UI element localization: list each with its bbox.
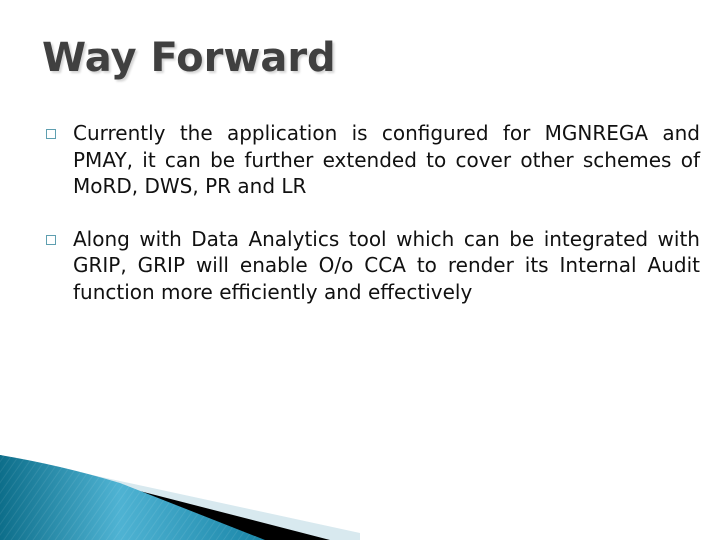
bullet-item: Currently the application is configured … [46, 120, 700, 200]
slide-title: Way Forward [42, 35, 336, 81]
slide: Way Forward Currently the application is… [0, 0, 720, 540]
wave-decoration [0, 455, 360, 540]
bullet-text: Along with Data Analytics tool which can… [73, 226, 700, 304]
bullet-text: Currently the application is configured … [73, 121, 700, 198]
bullet-item: Along with Data Analytics tool which can… [46, 226, 700, 306]
square-bullet-icon [46, 234, 56, 245]
square-bullet-icon [46, 129, 56, 139]
bullet-list: Currently the application is configured … [46, 120, 700, 331]
